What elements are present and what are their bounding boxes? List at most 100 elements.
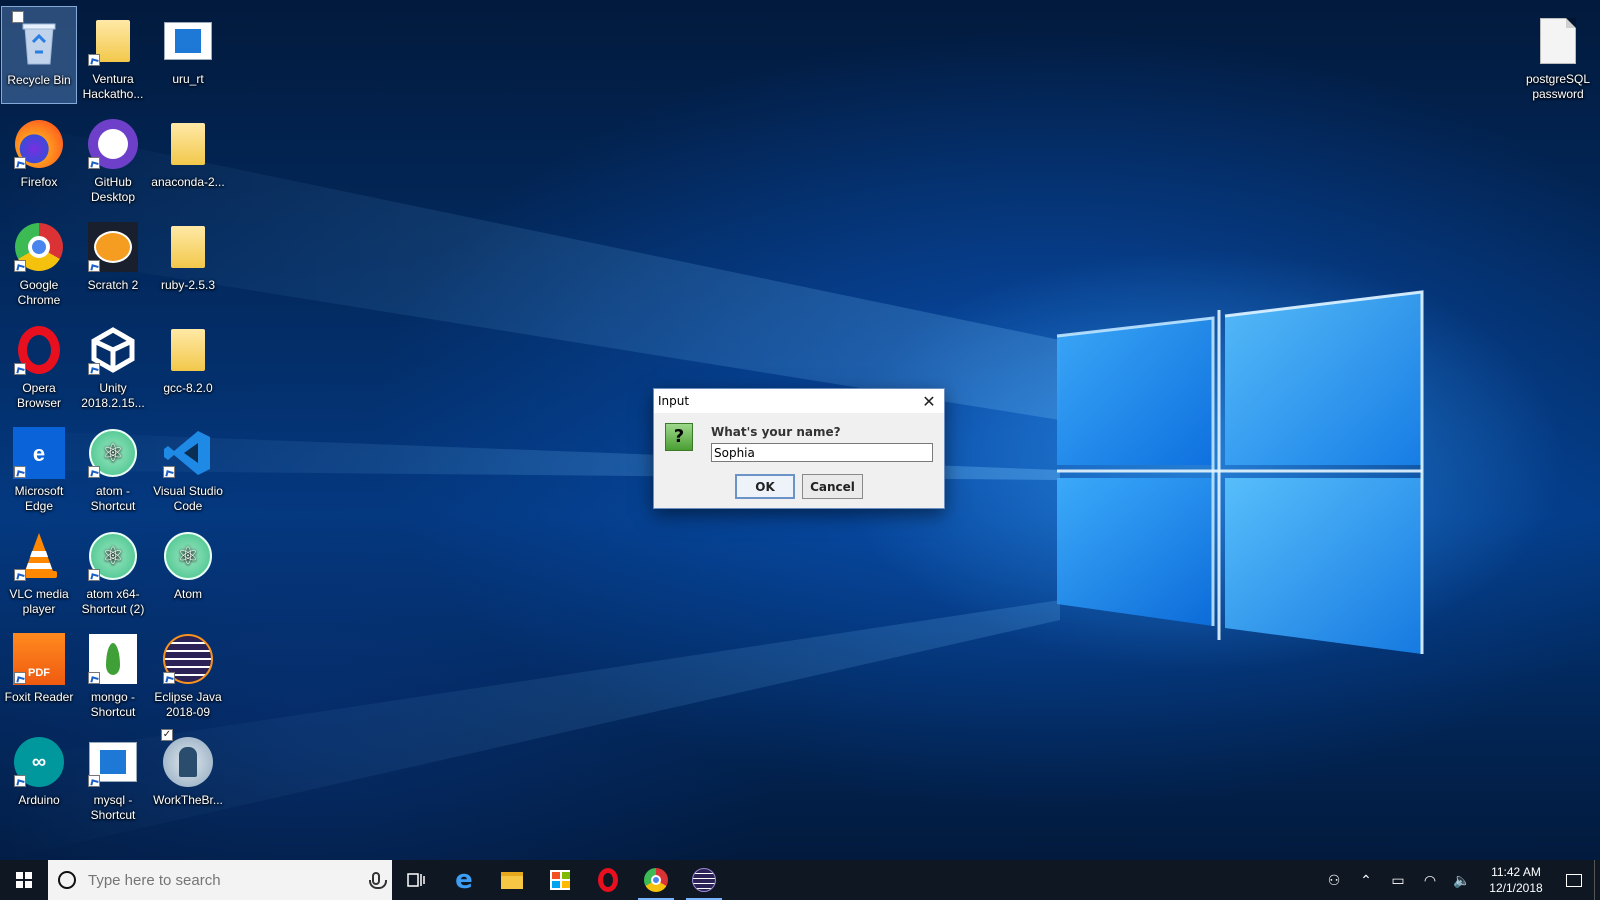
desktop-icon-microsoft-edge[interactable]: e Microsoft Edge bbox=[1, 418, 77, 516]
action-center-icon[interactable] bbox=[1554, 860, 1594, 900]
dialog-titlebar[interactable]: Input ✕ bbox=[654, 389, 944, 413]
desktop-icon-anaconda[interactable]: anaconda-2... bbox=[150, 109, 226, 207]
eclipse-icon bbox=[692, 868, 716, 892]
taskbar-file-explorer[interactable] bbox=[488, 860, 536, 900]
people-icon[interactable]: ⚇ bbox=[1318, 860, 1350, 900]
desktop-icon-atom-x64-shortcut-2[interactable]: ⚛ atom x64- Shortcut (2) bbox=[75, 521, 151, 619]
desktop-icon-label: postgreSQL password bbox=[1525, 72, 1591, 101]
chrome-icon bbox=[12, 220, 66, 274]
chrome-icon bbox=[644, 868, 668, 892]
taskbar-clock[interactable]: 11:42 AM 12/1/2018 bbox=[1478, 864, 1554, 896]
desktop-icon-vlc-media-player[interactable]: VLC media player bbox=[1, 521, 77, 619]
opera-icon bbox=[598, 868, 618, 892]
desktop-icon-postgresql-password[interactable]: postgreSQL password bbox=[1520, 6, 1596, 104]
close-icon[interactable]: ✕ bbox=[914, 389, 944, 413]
scratch-cat-icon bbox=[86, 220, 140, 274]
edge-icon: e bbox=[12, 426, 66, 480]
mongodb-leaf-icon bbox=[86, 632, 140, 686]
desktop-icon-atom-shortcut[interactable]: ⚛ atom - Shortcut bbox=[75, 418, 151, 516]
start-button[interactable] bbox=[0, 860, 48, 900]
desktop-icon-mysql-shortcut[interactable]: mysql - Shortcut bbox=[75, 727, 151, 825]
taskbar-eclipse[interactable] bbox=[680, 860, 728, 900]
microphone-icon[interactable] bbox=[369, 872, 387, 889]
task-view-button[interactable] bbox=[392, 860, 440, 900]
vscode-icon bbox=[161, 426, 215, 480]
recycle-bin-icon bbox=[12, 11, 66, 69]
desktop-icon-label: Arduino bbox=[18, 793, 60, 807]
desktop-icon-scratch-2[interactable]: Scratch 2 bbox=[75, 212, 151, 310]
desktop-icon-github-desktop[interactable]: GitHub Desktop bbox=[75, 109, 151, 207]
mysql-window-icon bbox=[86, 735, 140, 789]
desktop-icon-unity[interactable]: Unity 2018.2.15... bbox=[75, 315, 151, 413]
desktop-icon-visual-studio-code[interactable]: Visual Studio Code bbox=[150, 418, 226, 516]
desktop-icon-arduino[interactable]: ∞ Arduino bbox=[1, 727, 77, 825]
desktop-icon-label: VLC media player bbox=[9, 587, 69, 616]
desktop-icon-label: Google Chrome bbox=[17, 278, 61, 307]
taskbar-chrome[interactable] bbox=[632, 860, 680, 900]
opera-icon bbox=[12, 323, 66, 377]
desktop-icon-ruby[interactable]: ruby-2.5.3 bbox=[150, 212, 226, 310]
desktop-icon-ventura-hackathon[interactable]: Ventura Hackatho... bbox=[75, 6, 151, 104]
desktop-icon-recycle-bin[interactable]: Recycle Bin bbox=[1, 6, 77, 104]
desktop-icon-label: GitHub Desktop bbox=[90, 175, 136, 204]
desktop-icon-mongo-shortcut[interactable]: mongo - Shortcut bbox=[75, 624, 151, 722]
folder-icon bbox=[161, 220, 215, 274]
unity-cube-icon bbox=[86, 323, 140, 377]
desktop-icon-label: WorkTheBr... bbox=[153, 793, 223, 807]
show-desktop-button[interactable] bbox=[1594, 860, 1600, 900]
desktop-icon-opera-browser[interactable]: Opera Browser bbox=[1, 315, 77, 413]
desktop-icon-label: Scratch 2 bbox=[87, 278, 139, 292]
desktop-icon-label: Ventura Hackatho... bbox=[82, 72, 144, 101]
folder-icon bbox=[86, 14, 140, 68]
folder-icon bbox=[161, 323, 215, 377]
input-dialog: Input ✕ ? What's your name? OK Cancel bbox=[653, 388, 945, 509]
desktop-icon-gcc[interactable]: gcc-8.2.0 bbox=[150, 315, 226, 413]
taskbar-search-box[interactable] bbox=[48, 860, 392, 900]
desktop-icon-label: uru_rt bbox=[172, 72, 204, 86]
app-window-icon bbox=[161, 14, 215, 68]
folder-icon bbox=[501, 871, 523, 889]
battery-icon[interactable]: ▭ bbox=[1382, 860, 1414, 900]
edge-icon: e bbox=[455, 865, 473, 895]
atom-icon: ⚛ bbox=[161, 529, 215, 583]
chevron-up-icon[interactable]: ⌃ bbox=[1350, 860, 1382, 900]
desktop-icon-label: mongo - Shortcut bbox=[90, 690, 136, 719]
taskbar-store[interactable] bbox=[536, 860, 584, 900]
search-input[interactable] bbox=[88, 871, 358, 889]
system-tray: ⚇ ⌃ ▭ ◠ 🔈 11:42 AM 12/1/2018 bbox=[1318, 860, 1600, 900]
taskbar-opera[interactable] bbox=[584, 860, 632, 900]
desktop-icon-google-chrome[interactable]: Google Chrome bbox=[1, 212, 77, 310]
dialog-prompt: What's your name? bbox=[711, 425, 841, 439]
checkbox-icon: ✓ bbox=[161, 729, 173, 741]
taskbar-edge[interactable]: e bbox=[440, 860, 488, 900]
task-view-icon bbox=[407, 873, 425, 887]
desktop-icon-uru-rt[interactable]: uru_rt bbox=[150, 6, 226, 104]
atom-icon: ⚛ bbox=[86, 426, 140, 480]
desktop-icon-label: mysql - Shortcut bbox=[90, 793, 136, 822]
desktop-icon-foxit-reader[interactable]: PDF Foxit Reader bbox=[1, 624, 77, 722]
cancel-button[interactable]: Cancel bbox=[802, 474, 863, 499]
atom-icon: ⚛ bbox=[86, 529, 140, 583]
desktop-icon-firefox[interactable]: Firefox bbox=[1, 109, 77, 207]
eclipse-icon bbox=[161, 632, 215, 686]
desktop-icon-label: Eclipse Java 2018-09 bbox=[154, 690, 222, 719]
volume-icon[interactable]: 🔈 bbox=[1446, 860, 1478, 900]
firefox-icon bbox=[12, 117, 66, 171]
name-input[interactable] bbox=[711, 443, 933, 462]
wifi-icon[interactable]: ◠ bbox=[1414, 860, 1446, 900]
taskbar: e ⚇ ⌃ ▭ ◠ 🔈 11:42 AM 12/1/2018 bbox=[0, 860, 1600, 900]
cortana-icon bbox=[58, 871, 76, 889]
dialog-title: Input bbox=[658, 394, 690, 408]
store-bag-icon bbox=[550, 870, 570, 890]
desktop-icon-label: anaconda-2... bbox=[151, 175, 225, 189]
windows-logo-icon bbox=[16, 872, 32, 888]
desktop-icon-label: Microsoft Edge bbox=[14, 484, 64, 513]
ok-button[interactable]: OK bbox=[735, 474, 795, 499]
desktop-icon-label: atom x64- Shortcut (2) bbox=[81, 587, 145, 616]
desktop-icon-eclipse-java[interactable]: Eclipse Java 2018-09 bbox=[150, 624, 226, 722]
desktop-icon-label: Unity 2018.2.15... bbox=[81, 381, 145, 410]
desktop-icon-atom[interactable]: ⚛ Atom bbox=[150, 521, 226, 619]
desktop-icon-workthebr[interactable]: ✓ WorkTheBr... bbox=[150, 727, 226, 825]
desktop-icon-label: Foxit Reader bbox=[4, 690, 74, 704]
desktop-icon-label: Opera Browser bbox=[16, 381, 61, 410]
